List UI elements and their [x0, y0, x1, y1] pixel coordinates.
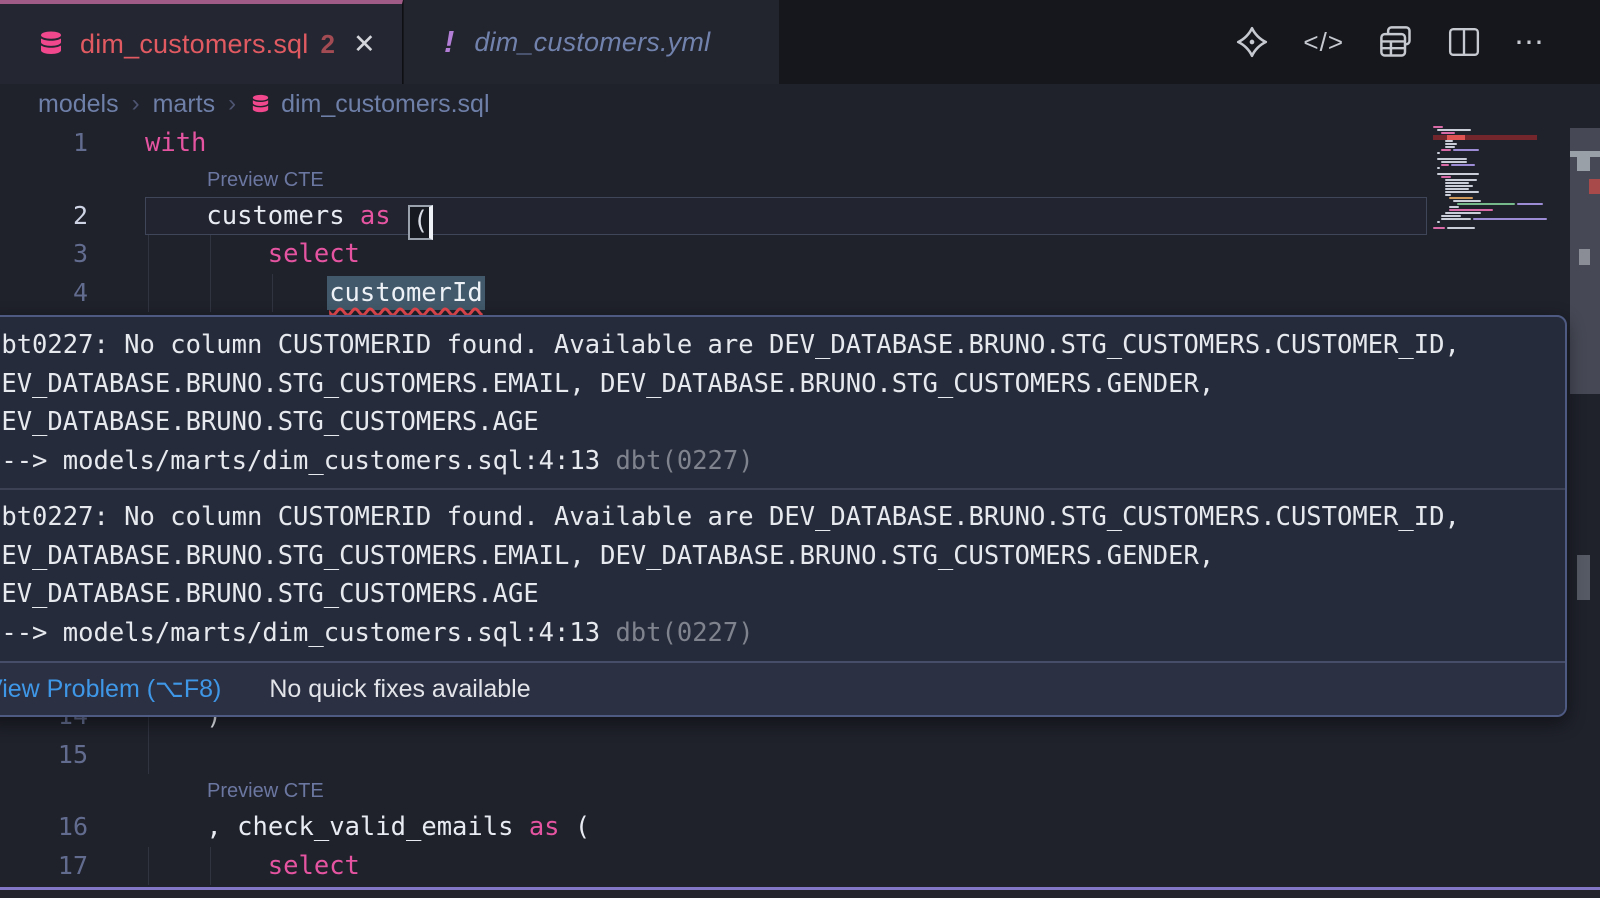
window-bottom-strip	[0, 890, 1600, 898]
line-number: 4	[0, 274, 88, 313]
editor-tab-bar: dim_customers.sql 2 ✕ ! dim_customers.ym…	[0, 0, 1600, 84]
diagnostic-source: dbt(0227)	[600, 618, 754, 648]
diagnostic-message: dbt0227: No column CUSTOMERID found. Ava…	[0, 326, 1565, 480]
editor-actions: </> ⋯	[1235, 0, 1544, 84]
tab-dim-customers-yml[interactable]: ! dim_customers.yml	[404, 0, 779, 84]
code-editor-bottom: 14)15Preview CTE16, check_valid_emails a…	[0, 697, 1600, 885]
tab-label: dim_customers.yml	[474, 27, 710, 58]
overview-ruler-error-mark	[1589, 179, 1600, 194]
diagnostics-hover-popup: dbt0227: No column CUSTOMERID found. Ava…	[0, 315, 1567, 717]
tab-dim-customers-sql[interactable]: dim_customers.sql 2 ✕	[0, 0, 403, 84]
tab-label: dim_customers.sql	[80, 29, 308, 60]
code-line-15[interactable]: 15	[0, 736, 1600, 775]
code-line-16[interactable]: 16, check_valid_emails as (	[0, 808, 1600, 847]
tab-problem-badge: 2	[320, 29, 334, 60]
hover-status-bar: View Problem (⌥F8) No quick fixes availa…	[0, 661, 1565, 715]
close-icon[interactable]: ✕	[353, 29, 376, 60]
line-number: 16	[0, 808, 88, 847]
compiled-code-icon[interactable]: </>	[1303, 27, 1344, 58]
code-line-4[interactable]: 4 customerId	[0, 274, 1600, 313]
overview-ruler-mark	[1577, 555, 1590, 600]
diagnostic-message: dbt0227: No column CUSTOMERID found. Ava…	[0, 498, 1565, 652]
line-number: 3	[0, 235, 88, 274]
code-line-2[interactable]: 2customers as (	[0, 197, 1600, 236]
codelens-preview-cte[interactable]: Preview CTE	[207, 166, 324, 194]
code-editor-top: 1with Preview CTE 2customers as (3select4 c…	[0, 124, 1600, 312]
overview-ruler-mark	[1577, 157, 1590, 171]
hover-divider	[0, 488, 1565, 490]
line-number: 1	[0, 124, 88, 163]
query-results-icon[interactable]	[1378, 25, 1414, 59]
indent-guide	[148, 736, 149, 775]
codelens-preview-cte[interactable]: Preview CTE	[207, 777, 324, 805]
vscode-editor-window: dim_customers.sql 2 ✕ ! dim_customers.ym…	[0, 0, 1600, 898]
code-line-3[interactable]: 3select	[0, 235, 1600, 274]
code-line-1[interactable]: 1with	[0, 124, 1600, 163]
warning-exclamation-icon: !	[444, 24, 454, 60]
overview-ruler-mark	[1579, 249, 1590, 265]
no-quick-fixes-label: No quick fixes available	[269, 675, 530, 704]
line-number: 17	[0, 847, 88, 886]
dbt-power-user-icon[interactable]	[1235, 25, 1269, 59]
chevron-right-icon: ›	[132, 90, 140, 118]
split-editor-icon[interactable]	[1448, 27, 1480, 57]
code-line-17[interactable]: 17select	[0, 847, 1600, 886]
diagnostic-source: dbt(0227)	[600, 446, 754, 476]
view-problem-link[interactable]: View Problem (⌥F8)	[0, 674, 221, 704]
chevron-right-icon: ›	[228, 90, 236, 118]
database-icon	[249, 93, 272, 116]
line-number: 2	[0, 197, 88, 236]
minimap[interactable]	[1433, 126, 1537, 230]
line-number: 15	[0, 736, 88, 775]
breadcrumb: models › marts › dim_customers.sql	[0, 84, 1600, 124]
more-actions-icon[interactable]: ⋯	[1514, 25, 1544, 60]
database-icon	[36, 29, 66, 59]
error-token-customerId[interactable]: customerId	[327, 276, 485, 310]
breadcrumb-item-marts[interactable]: marts	[153, 90, 216, 119]
breadcrumb-item-file[interactable]: dim_customers.sql	[281, 90, 489, 119]
breadcrumb-item-models[interactable]: models	[38, 90, 119, 119]
